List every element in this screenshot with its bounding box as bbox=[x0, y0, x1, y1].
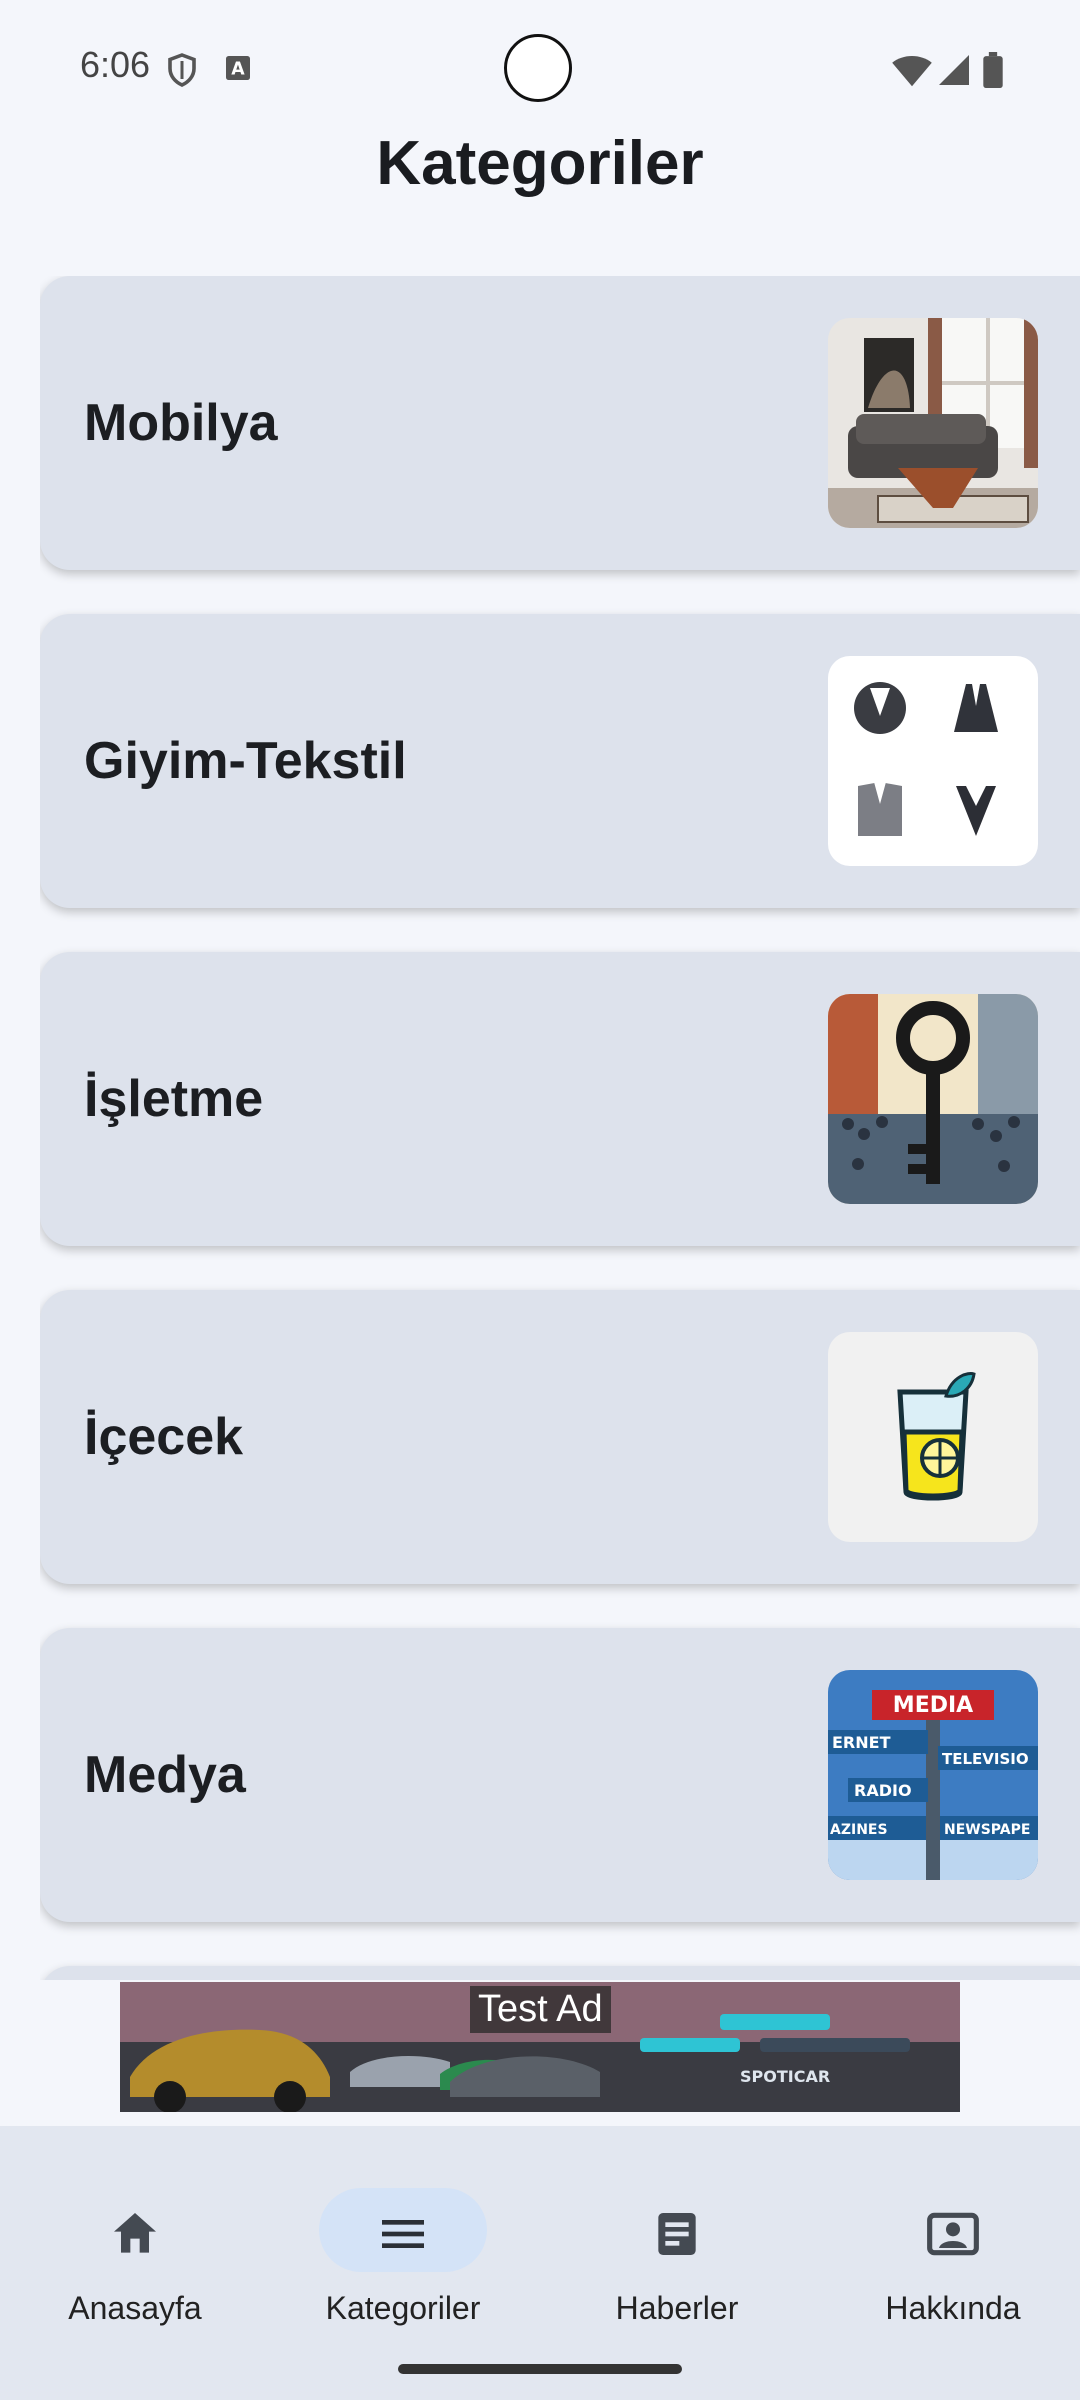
contact-card-icon bbox=[925, 2206, 981, 2262]
nav-label: Hakkında bbox=[885, 2290, 1021, 2326]
svg-text:RADIO: RADIO bbox=[854, 1781, 912, 1800]
camera-cutout bbox=[504, 34, 572, 102]
svg-text:SPOTICAR: SPOTICAR bbox=[740, 2067, 830, 2086]
category-card-icecek[interactable]: İçecek bbox=[40, 1290, 1080, 1584]
menu-icon bbox=[375, 2206, 431, 2262]
suits-image bbox=[828, 656, 1038, 866]
category-card-giyim-tekstil[interactable]: Giyim-Tekstil bbox=[40, 614, 1080, 908]
category-card-partial[interactable] bbox=[40, 1966, 1080, 1980]
lemonade-glass-image bbox=[828, 1332, 1038, 1542]
category-label: İçecek bbox=[84, 1408, 244, 1466]
sofa-room-image bbox=[828, 318, 1038, 528]
nav-label: Anasayfa bbox=[68, 2290, 202, 2326]
home-icon bbox=[107, 2206, 163, 2262]
page-title: Kategoriler bbox=[376, 129, 704, 198]
shield-icon bbox=[164, 52, 200, 88]
key-crowd-image bbox=[828, 994, 1038, 1204]
signal-icon bbox=[936, 52, 972, 88]
status-time: 6:06 bbox=[80, 44, 151, 85]
nav-item-kategoriler[interactable]: Kategoriler bbox=[268, 2156, 538, 2336]
svg-text:MEDIA: MEDIA bbox=[893, 1693, 973, 1718]
bottom-navigation: Anasayfa Kategoriler Haberler Hakkında bbox=[0, 2126, 1080, 2400]
article-icon bbox=[649, 2206, 705, 2262]
svg-text:TELEVISIO: TELEVISIO bbox=[942, 1750, 1029, 1768]
category-label: İşletme bbox=[84, 1070, 264, 1128]
nav-label: Haberler bbox=[615, 2290, 739, 2326]
media-signpost-image: MEDIA ERNET TELEVISIO RADIO AZINES NEWSP… bbox=[828, 1670, 1038, 1880]
battery-icon bbox=[982, 52, 1006, 88]
nav-label: Kategoriler bbox=[325, 2290, 481, 2326]
category-card-medya[interactable]: Medya MEDIA ERNET TELEVISIO RADIO AZINES… bbox=[40, 1628, 1080, 1922]
svg-text:A: A bbox=[231, 60, 245, 80]
wifi-icon bbox=[890, 52, 934, 88]
ad-label: Test Ad bbox=[470, 1986, 611, 2033]
category-label: Medya bbox=[84, 1746, 246, 1804]
status-bar: 6:06 A bbox=[0, 0, 1080, 136]
category-card-isletme[interactable]: İşletme bbox=[40, 952, 1080, 1246]
category-label: Mobilya bbox=[84, 394, 278, 452]
nav-item-hakkinda[interactable]: Hakkında bbox=[818, 2156, 1080, 2336]
keyboard-a-icon: A bbox=[222, 52, 258, 88]
ad-banner[interactable]: SPOTICAR Test Ad bbox=[120, 1982, 960, 2112]
category-label: Giyim-Tekstil bbox=[84, 732, 407, 790]
category-list[interactable]: Mobilya Giyim-Tekstil İşletme İçecek Med… bbox=[40, 276, 1080, 1980]
svg-text:ERNET: ERNET bbox=[832, 1733, 891, 1752]
svg-text:AZINES: AZINES bbox=[830, 1822, 888, 1838]
home-indicator[interactable] bbox=[398, 2364, 682, 2374]
nav-item-haberler[interactable]: Haberler bbox=[542, 2156, 812, 2336]
category-card-mobilya[interactable]: Mobilya bbox=[40, 276, 1080, 570]
svg-text:NEWSPAPE: NEWSPAPE bbox=[944, 1822, 1030, 1838]
nav-item-anasayfa[interactable]: Anasayfa bbox=[0, 2156, 270, 2336]
